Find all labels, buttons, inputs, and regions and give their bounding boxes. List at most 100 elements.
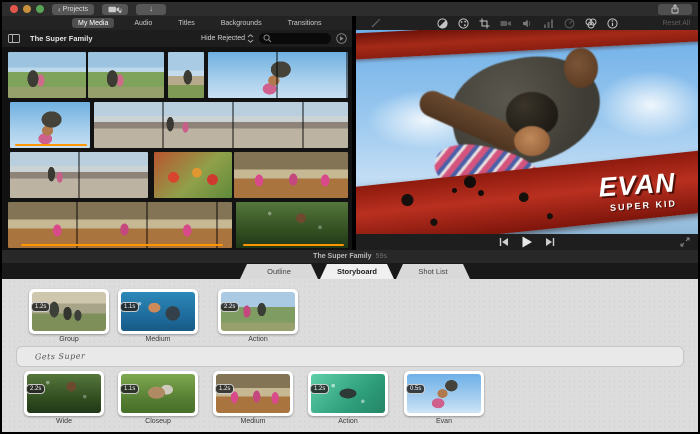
storyboard-clip-medium-2[interactable]: 1.2s: [213, 371, 293, 416]
speed-icon[interactable]: [564, 18, 575, 29]
tab-outline[interactable]: Outline: [240, 264, 318, 279]
duration-badge: 2.2s: [220, 302, 239, 312]
storyboard-clip-closeup[interactable]: 1.1s: [118, 371, 198, 416]
media-clip-filmstrip[interactable]: [8, 202, 232, 248]
title-overlay: EVAN SUPER KID: [598, 169, 678, 213]
clip-label: Action: [308, 418, 388, 425]
media-browser: [2, 47, 352, 250]
storyboard-clip-action-1[interactable]: 2.2s: [218, 289, 298, 334]
storyboard-clip-action-2[interactable]: 1.2s: [308, 371, 388, 416]
library-header: The Super Family Hide Rejected: [2, 30, 352, 47]
tab-my-media[interactable]: My Media: [72, 18, 114, 28]
back-chevron-icon: ‹: [58, 5, 61, 14]
clip-label: Closeup: [118, 418, 198, 425]
storyboard-section-gets-super[interactable]: Gets Super: [16, 346, 684, 367]
father-head: [564, 48, 598, 88]
download-button[interactable]: ↓: [136, 4, 166, 15]
media-tabs-bar: My Media Audio Titles Backgrounds Transi…: [2, 16, 352, 30]
down-arrow-icon: ↓: [149, 5, 153, 13]
share-icon: [670, 4, 680, 14]
duration-badge: 1.2s: [310, 384, 329, 394]
tab-titles[interactable]: Titles: [172, 18, 200, 28]
noise-equalizer-icon[interactable]: [543, 18, 554, 29]
clip-label: Medium: [118, 336, 198, 343]
ink-splat: [478, 190, 484, 196]
tab-shot-list[interactable]: Shot List: [396, 264, 470, 279]
tab-backgrounds[interactable]: Backgrounds: [215, 18, 268, 28]
hide-rejected-popup[interactable]: Hide Rejected: [201, 34, 254, 43]
duration-badge: 1.2s: [31, 302, 50, 312]
duration-badge: 1.2s: [215, 384, 234, 394]
sidebar-toggle-icon[interactable]: [8, 34, 20, 43]
crop-icon[interactable]: [479, 18, 490, 29]
playback-controls: [356, 234, 698, 250]
previous-frame-button[interactable]: [499, 237, 509, 247]
media-clip-filmstrip[interactable]: [234, 152, 348, 198]
clip-filter-circles-icon[interactable]: [585, 18, 597, 29]
storyboard-clip-medium-1[interactable]: 1.1s: [118, 289, 198, 334]
next-frame-button[interactable]: [545, 237, 555, 247]
content-nav-button[interactable]: [336, 33, 347, 44]
zoom-window-button[interactable]: [36, 5, 44, 13]
media-clip-filmstrip[interactable]: [10, 102, 90, 148]
viewer-canvas: EVAN SUPER KID: [356, 30, 698, 234]
storyboard-tabband: Outline Storyboard Shot List: [2, 263, 698, 279]
tab-audio[interactable]: Audio: [128, 18, 158, 28]
tab-transitions[interactable]: Transitions: [282, 18, 328, 28]
media-clip-filmstrip[interactable]: [94, 102, 348, 148]
clip-label: Evan: [404, 418, 484, 425]
cloud-shape: [596, 70, 698, 140]
title-main-text: EVAN: [598, 169, 677, 201]
storyboard-clip-wide[interactable]: 2.2s: [24, 371, 104, 416]
play-button[interactable]: [521, 236, 533, 248]
color-correction-palette-icon[interactable]: [458, 18, 469, 29]
storyboard-content: 1.2s Group 1.1s Medium 2.2s Action Gets …: [2, 279, 698, 432]
media-clip-filmstrip[interactable]: [208, 52, 348, 98]
storyboard-clip-group[interactable]: 1.2s: [29, 289, 109, 334]
popup-chevrons-icon: [247, 34, 254, 43]
projects-button[interactable]: ‹ Projects: [52, 4, 94, 15]
search-icon: [263, 34, 272, 43]
tab-storyboard[interactable]: Storyboard: [320, 264, 394, 279]
duration-badge: 0.5s: [406, 384, 425, 394]
clip-label: Wide: [24, 418, 104, 425]
media-clip-filmstrip[interactable]: [8, 52, 86, 98]
project-info-bar: The Super Family 59s: [2, 250, 698, 263]
search-input[interactable]: [259, 33, 331, 44]
volume-icon[interactable]: [522, 18, 533, 29]
stabilization-camera-icon[interactable]: [500, 18, 512, 29]
media-clip-filmstrip[interactable]: [168, 52, 204, 98]
info-icon[interactable]: [607, 18, 618, 29]
fullscreen-icon[interactable]: [680, 237, 690, 247]
clip-label: Action: [218, 336, 298, 343]
clip-label: Group: [29, 336, 109, 343]
enhance-wand-icon[interactable]: [370, 18, 381, 29]
red-paint-stripe-top: [356, 30, 698, 60]
camera-media-icon: [108, 5, 122, 14]
media-clip-filmstrip[interactable]: [88, 52, 164, 98]
storyboard-clip-evan[interactable]: 0.5s: [404, 371, 484, 416]
duration-badge: 2.2s: [26, 384, 45, 394]
ink-splat: [464, 176, 476, 188]
clip-label: Medium: [213, 418, 293, 425]
imovie-window: ‹ Projects ↓ My Media Audio Titles B: [0, 0, 700, 434]
viewer-toolbar: Reset All: [356, 16, 698, 30]
minimize-window-button[interactable]: [23, 5, 31, 13]
project-name: The Super Family: [313, 253, 371, 260]
duration-badge: 1.1s: [120, 302, 139, 312]
kid-face: [514, 126, 550, 156]
media-clip-filmstrip[interactable]: [236, 202, 348, 248]
share-button[interactable]: [658, 4, 692, 15]
media-clip-filmstrip[interactable]: [154, 152, 232, 198]
section-title: Gets Super: [35, 352, 85, 362]
library-title: The Super Family: [30, 34, 93, 43]
duration-badge: 1.1s: [120, 384, 139, 394]
reset-all-button[interactable]: Reset All: [662, 20, 690, 27]
import-media-button[interactable]: [102, 4, 128, 15]
media-clip-filmstrip[interactable]: [10, 152, 148, 198]
close-window-button[interactable]: [10, 5, 18, 13]
ink-splat: [452, 188, 457, 193]
project-duration: 59s: [376, 253, 387, 260]
color-balance-icon[interactable]: [437, 18, 448, 29]
window-toolbar: ‹ Projects ↓: [2, 2, 698, 16]
